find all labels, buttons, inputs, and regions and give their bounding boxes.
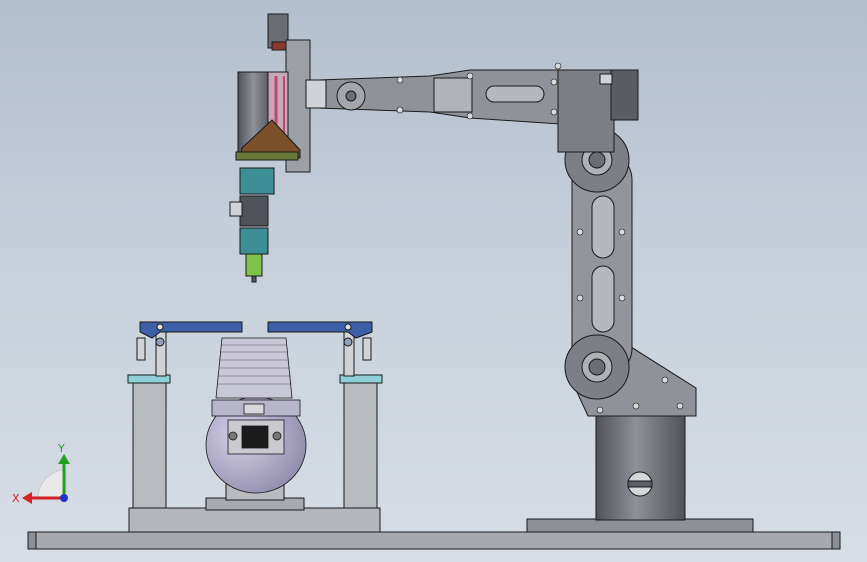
y-axis-head xyxy=(58,454,70,464)
end-effector[interactable] xyxy=(229,13,327,283)
triad-plane xyxy=(37,469,67,499)
graphics-viewport[interactable]: Y X xyxy=(0,0,867,562)
x-axis-head xyxy=(22,492,32,504)
x-axis-label: X xyxy=(12,492,20,505)
y-axis-label: Y xyxy=(57,442,65,455)
base-plate[interactable] xyxy=(27,531,841,550)
cad-model-view[interactable] xyxy=(0,0,867,562)
lower-arm[interactable] xyxy=(564,127,697,417)
z-axis-dot xyxy=(60,494,68,502)
robot-pedestal[interactable] xyxy=(526,415,754,533)
upper-arm[interactable] xyxy=(317,62,639,153)
axis-triad: Y X xyxy=(12,442,70,505)
workpiece[interactable] xyxy=(205,337,307,494)
